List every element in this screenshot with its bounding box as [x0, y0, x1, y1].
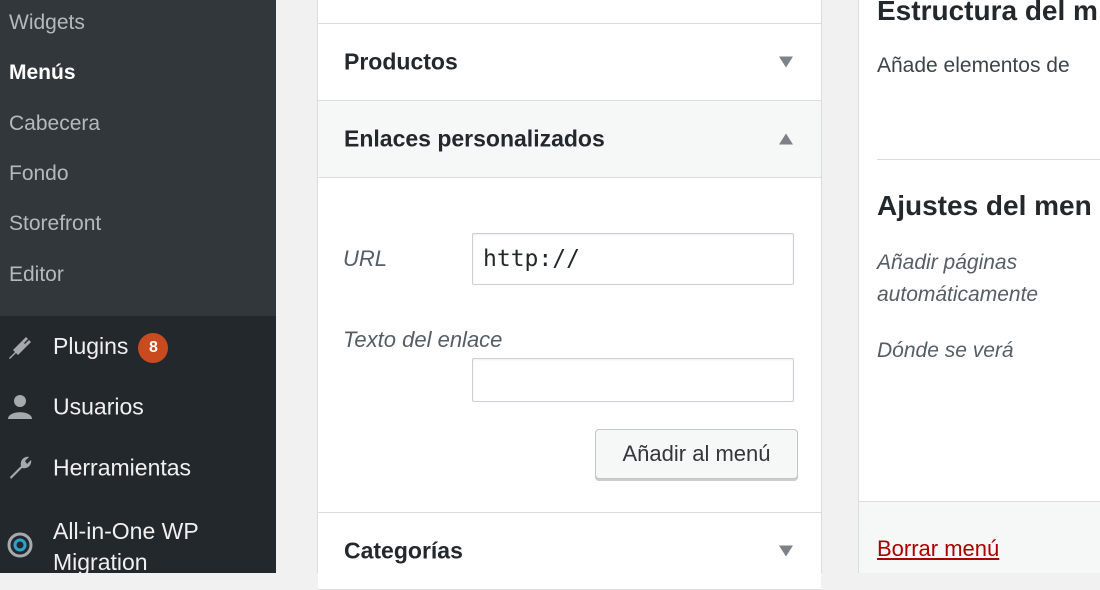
- link-text-label: Texto del enlace: [343, 327, 503, 352]
- accordion-section-top: [318, 0, 821, 24]
- wrench-icon: [5, 453, 35, 483]
- accordion-products[interactable]: Productos: [318, 24, 821, 101]
- url-label: URL: [343, 246, 388, 271]
- accordion-title: Categorías: [344, 537, 463, 564]
- display-location-label: Dónde se verá: [877, 339, 1014, 362]
- sidebar-item-tools[interactable]: Herramientas: [0, 443, 276, 493]
- user-icon: [5, 392, 35, 422]
- submenu-item-storefront[interactable]: Storefront: [9, 212, 101, 236]
- submenu-item-menus[interactable]: Menús: [9, 61, 76, 85]
- chevron-up-icon: [779, 133, 793, 145]
- submenu-item-widgets[interactable]: Widgets: [9, 11, 85, 35]
- appearance-submenu: Widgets Menús Cabecera Fondo Storefront …: [0, 0, 276, 316]
- accordion-title: Enlaces personalizados: [344, 125, 605, 152]
- delete-menu-link[interactable]: Borrar menú: [877, 536, 999, 562]
- menu-items-panel: Productos Enlaces personalizados URL Tex…: [317, 0, 822, 590]
- menu-structure-title: Estructura del m: [877, 0, 1098, 26]
- plugin-icon: [5, 332, 35, 362]
- accordion-custom-links[interactable]: Enlaces personalizados: [318, 101, 821, 178]
- sidebar-item-users[interactable]: Usuarios: [0, 382, 276, 432]
- add-to-menu-button[interactable]: Añadir al menú: [595, 429, 798, 479]
- sidebar-item-label: Herramientas: [53, 454, 192, 481]
- submenu-item-background[interactable]: Fondo: [9, 162, 69, 186]
- url-input[interactable]: [472, 233, 794, 285]
- migration-icon: [5, 530, 35, 560]
- chevron-down-icon: [779, 545, 793, 557]
- menu-structure-panel: Estructura del m Añade elementos de Ajus…: [858, 0, 1100, 573]
- admin-sidebar: Widgets Menús Cabecera Fondo Storefront …: [0, 0, 276, 575]
- sidebar-item-migration[interactable]: All-in-One WP Migration: [0, 512, 276, 575]
- sidebar-item-plugins[interactable]: Plugins 8: [0, 322, 276, 372]
- update-count-badge: 8: [138, 333, 169, 363]
- accordion-title: Productos: [344, 48, 458, 75]
- auto-add-pages-label: Añadir páginas automáticamente: [877, 251, 1039, 306]
- chevron-down-icon: [779, 56, 793, 68]
- sidebar-item-label: Usuarios: [53, 393, 144, 420]
- submenu-item-header[interactable]: Cabecera: [9, 112, 100, 136]
- section-divider: [877, 159, 1100, 160]
- sidebar-item-label: Plugins: [53, 333, 129, 359]
- submenu-item-editor[interactable]: Editor: [9, 263, 64, 287]
- menu-settings-title: Ajustes del men: [877, 190, 1092, 221]
- menu-footer: Borrar menú: [859, 501, 1100, 573]
- accordion-categories[interactable]: Categorías: [318, 512, 821, 590]
- menu-structure-description: Añade elementos de: [877, 54, 1070, 77]
- link-text-input[interactable]: [472, 358, 794, 402]
- sidebar-item-label: All-in-One WP Migration: [53, 518, 199, 575]
